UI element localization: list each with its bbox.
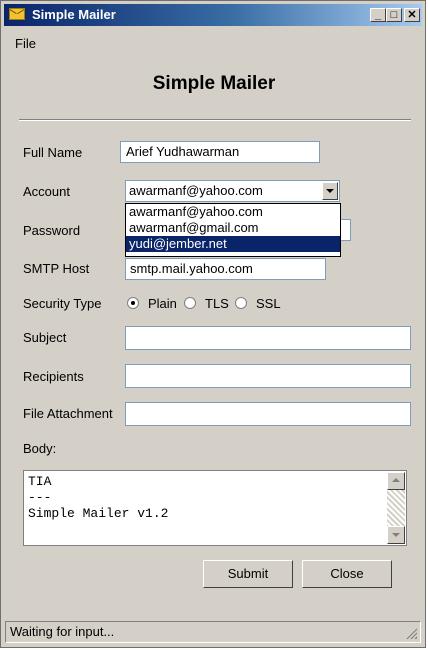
full-name-field[interactable]: Arief Yudhawarman (120, 141, 320, 163)
recipients-field[interactable] (125, 364, 411, 388)
account-option-highlighted[interactable]: yudi@jember.net (126, 236, 340, 252)
resize-grip-icon[interactable] (405, 627, 417, 639)
body-text: TIA --- Simple Mailer v1.2 (28, 474, 168, 522)
page-title: Simple Mailer (152, 73, 276, 94)
body-textarea[interactable]: TIA --- Simple Mailer v1.2 (23, 470, 407, 546)
close-window-button[interactable]: ✕ (404, 8, 420, 22)
radio-tls-label: TLS (205, 296, 229, 311)
scroll-up-icon[interactable] (387, 472, 405, 490)
account-option[interactable]: awarmanf@gmail.com (126, 220, 340, 236)
full-name-label: Full Name (23, 145, 83, 160)
status-text: Waiting for input... (10, 624, 115, 639)
password-label: Password (23, 223, 81, 238)
menu-file[interactable]: File (15, 36, 36, 51)
body-line: --- (28, 490, 52, 505)
body-label: Body: (23, 441, 57, 456)
maximize-button[interactable]: □ (386, 8, 402, 22)
radio-ssl-label: SSL (256, 296, 281, 311)
radio-plain[interactable] (127, 297, 139, 309)
recipients-label: Recipients (23, 369, 84, 384)
account-label: Account (23, 184, 70, 199)
security-type-label: Security Type (23, 296, 102, 311)
subject-field[interactable] (125, 326, 411, 350)
body-line: TIA (28, 474, 52, 489)
scroll-down-icon[interactable] (387, 526, 405, 544)
subject-label: Subject (23, 330, 67, 345)
account-dropdown-list: awarmanf@yahoo.com awarmanf@gmail.com yu… (125, 203, 341, 257)
file-attachment-field[interactable] (125, 402, 411, 426)
status-bar: Waiting for input... (5, 621, 421, 643)
submit-button[interactable]: Submit (203, 560, 293, 588)
app-window: Simple Mailer _ □ ✕ File Simple Mailer F… (0, 0, 426, 648)
radio-tls[interactable] (184, 297, 196, 309)
radio-ssl[interactable] (235, 297, 247, 309)
chevron-down-icon[interactable] (322, 182, 338, 200)
body-line: Simple Mailer v1.2 (28, 506, 169, 521)
smtp-host-field[interactable]: smtp.mail.yahoo.com (125, 258, 326, 280)
close-button[interactable]: Close (302, 560, 392, 588)
account-option[interactable]: awarmanf@yahoo.com (126, 204, 340, 220)
title-bar[interactable]: Simple Mailer _ □ ✕ (4, 4, 422, 26)
divider (19, 119, 411, 121)
file-attachment-label: File Attachment (23, 406, 113, 421)
window-title: Simple Mailer (32, 7, 116, 22)
smtp-host-label: SMTP Host (23, 261, 90, 276)
account-combobox[interactable]: awarmanf@yahoo.com (125, 180, 340, 202)
body-scrollbar[interactable] (387, 472, 405, 544)
envelope-icon (9, 8, 25, 20)
menu-bar: File (15, 36, 36, 51)
radio-plain-label: Plain (148, 296, 177, 311)
account-selected-value: awarmanf@yahoo.com (129, 183, 263, 198)
minimize-button[interactable]: _ (370, 8, 386, 22)
